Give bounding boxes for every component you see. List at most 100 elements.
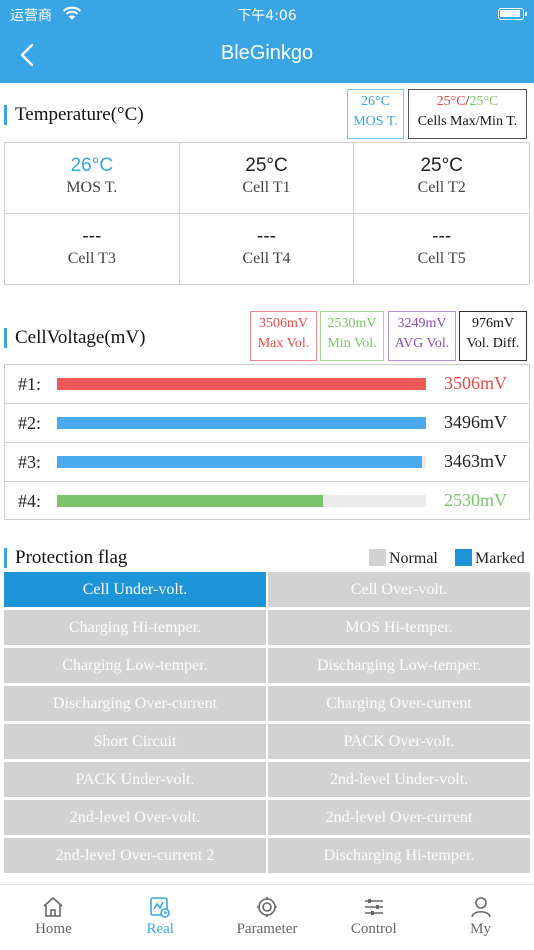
legend-marked-label: Marked: [475, 550, 525, 567]
cell-voltage-list: #1: 3506mV #2: 3496mV #3: 3463mV #4: 2530mV: [4, 364, 530, 520]
cell-voltage-row: #1: 3506mV: [5, 365, 529, 404]
legend-mos-temp: 26°C MOS T.: [347, 89, 404, 139]
tab-real[interactable]: Real: [107, 885, 214, 950]
cell-voltage-row: #4: 2530mV: [5, 482, 529, 521]
temp-value: ---: [257, 225, 276, 247]
protection-flag-grid: Cell Under-volt. Cell Over-volt. Charging …: [4, 572, 530, 873]
temp-value: ---: [432, 225, 452, 247]
tab-label: My: [470, 921, 491, 937]
protection-flag: PACK Over-volt.: [268, 724, 530, 759]
temperature-grid: 26°C MOS T. 25°C Cell T1 25°C Cell T2 --- Cell …: [4, 142, 530, 285]
protection-flag: Discharging Hi-temper.: [268, 838, 530, 873]
protection-flag: Cell Over-volt.: [268, 572, 530, 607]
status-bar: 运营商 下午4:06: [0, 5, 534, 25]
temp-label: Cell T3: [67, 249, 116, 267]
temp-value: ---: [82, 225, 102, 247]
voltage-legend-value: 976mV: [472, 316, 514, 331]
tab-home[interactable]: Home: [0, 885, 107, 950]
user-icon: [469, 895, 493, 919]
voltage-bar-fill: [57, 417, 426, 429]
status-time: 下午4:06: [237, 8, 297, 24]
protection-flag: PACK Under-volt.: [4, 762, 266, 797]
temp-cell: --- Cell T4: [180, 213, 355, 284]
cell-number: #4:: [18, 491, 42, 511]
voltage-bar-track: [57, 495, 426, 507]
protection-flag: Cell Under-volt.: [4, 572, 266, 607]
voltage-legend-item: 976mV Vol. Diff.: [459, 311, 527, 361]
temp-label: Cell T1: [242, 179, 291, 196]
page-title: BleGinkgo: [220, 42, 314, 64]
gear-icon: [255, 895, 279, 919]
sliders-icon: [362, 895, 386, 919]
legend-normal-label: Normal: [389, 550, 438, 567]
legend-mos-temp-value: 26°C: [361, 94, 390, 109]
cell-number: #1:: [18, 374, 42, 394]
voltage-bar-track: [57, 456, 426, 468]
protection-flag: Charging Low-temper.: [4, 648, 266, 683]
voltage-bar-track: [57, 378, 426, 390]
voltage-bar-fill: [57, 495, 324, 507]
voltage-legend-label: Min Vol.: [327, 336, 377, 351]
legend-marked: Marked: [455, 549, 525, 568]
home-icon: [41, 895, 65, 919]
voltage-bar-fill: [57, 456, 423, 468]
temp-label: MOS T.: [66, 179, 118, 196]
legend-cells-temp-label: Cells Max/Min T.: [417, 114, 518, 129]
protection-flag: 2nd-level Over-volt.: [4, 800, 266, 835]
cell-number: #3:: [18, 452, 42, 472]
temp-label: Cell T5: [417, 249, 466, 267]
legend-mos-temp-label: MOS T.: [353, 114, 398, 129]
voltage-legend-label: Vol. Diff.: [466, 336, 520, 351]
cell-voltage-value: 2530mV: [444, 490, 507, 510]
navigation-bar: 运营商 下午4:06 BleGinkgo: [0, 0, 534, 83]
temperature-section-title: Temperature(°C): [4, 105, 144, 125]
protection-flag: 2nd-level Over-current 2: [4, 838, 266, 873]
cell-voltage-value: 3506mV: [444, 373, 507, 393]
voltage-legend-item: 2530mV Min Vol.: [320, 311, 384, 361]
tab-my[interactable]: My: [427, 885, 534, 950]
voltage-legend-value: 3506mV: [259, 316, 308, 331]
temp-label: Cell T4: [242, 249, 291, 267]
legend-normal: Normal: [369, 549, 438, 568]
protection-flag: 2nd-level Under-volt.: [268, 762, 530, 797]
tab-parameter[interactable]: Parameter: [214, 885, 321, 950]
cell-voltage-value: 3463mV: [444, 451, 507, 471]
tab-bar: Home Real Parameter Control My: [0, 884, 534, 950]
temp-value: 25°C: [420, 155, 463, 176]
temp-cell: 26°C MOS T.: [5, 143, 180, 214]
cell-voltage-row: #2: 3496mV: [5, 404, 529, 443]
cell-voltage-section-title: CellVoltage(mV): [4, 328, 146, 348]
tab-label: Real: [146, 921, 174, 937]
temp-label: Cell T2: [417, 179, 466, 196]
voltage-bar-track: [57, 417, 426, 429]
battery-icon: [498, 8, 527, 20]
cell-voltage-row: #3: 3463mV: [5, 443, 529, 482]
normal-swatch: [369, 549, 386, 566]
temp-cell: 25°C Cell T1: [179, 143, 355, 214]
protection-flag: Short Circuit: [4, 724, 266, 759]
protection-flag: Discharging Low-temper.: [268, 648, 530, 683]
tab-control[interactable]: Control: [320, 885, 427, 950]
protection-section-title: Protection flag: [4, 548, 127, 568]
voltage-legend-item: 3249mV AVG Vol.: [388, 311, 456, 361]
protection-flag: Charging Over-current: [268, 686, 530, 721]
temp-value: 26°C: [70, 155, 114, 176]
temp-cell: --- Cell T3: [5, 213, 180, 284]
tab-label: Home: [35, 921, 72, 937]
cell-voltage-value: 3496mV: [444, 412, 507, 432]
legend-cells-max: 25°C: [436, 94, 466, 109]
tab-label: Parameter: [236, 921, 298, 937]
voltage-legend-value: 2530mV: [327, 316, 377, 331]
voltage-bar-fill: [57, 378, 426, 390]
marked-swatch: [455, 549, 472, 566]
legend-cells-temp: 25°C/25°C Cells Max/Min T.: [408, 89, 527, 139]
temp-cell: 25°C Cell T2: [354, 143, 529, 214]
voltage-legend-label: Max Vol.: [257, 336, 310, 351]
cell-number: #2:: [18, 413, 42, 433]
legend-cells-min: 25°C: [469, 94, 499, 109]
protection-flag: MOS Hi-temper.: [268, 610, 530, 645]
protection-flag: 2nd-level Over-current: [268, 800, 530, 835]
legend-cells-temp-values: 25°C/25°C: [409, 92, 526, 112]
protection-flag: Discharging Over-current: [4, 686, 266, 721]
realtime-icon: [148, 895, 172, 919]
